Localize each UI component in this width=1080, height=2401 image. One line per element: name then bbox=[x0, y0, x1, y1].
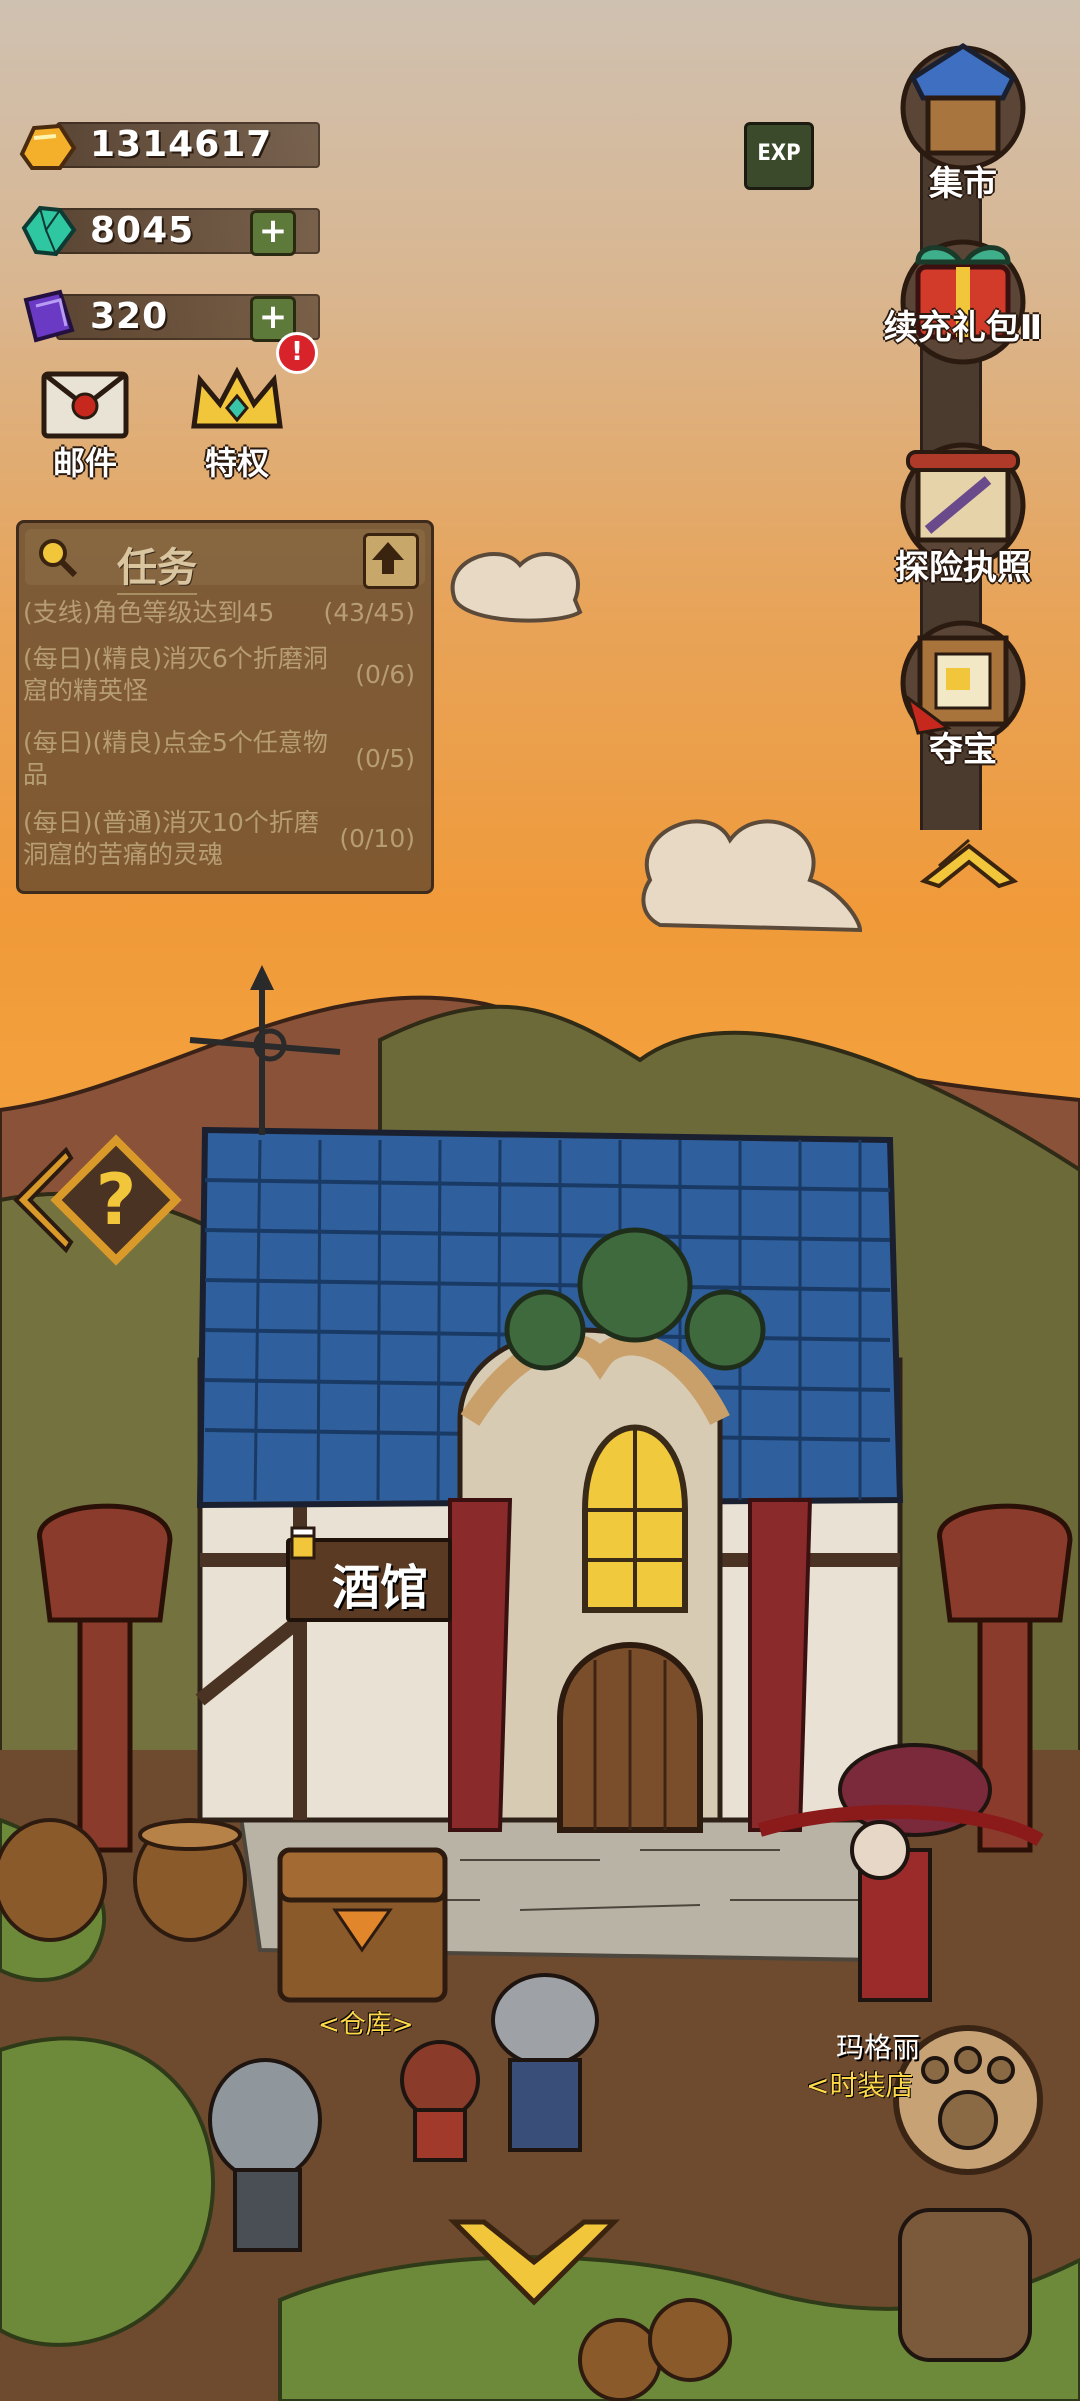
quest-item[interactable]: (每日)(普通)消灭10个折磨洞窟的苦痛的灵魂 (0/10) bbox=[23, 807, 421, 871]
add-gems-button[interactable]: + bbox=[250, 210, 296, 256]
mail-button[interactable]: 邮件 bbox=[30, 360, 140, 482]
crystal-value: 320 bbox=[90, 296, 169, 337]
market-label: 集市 bbox=[929, 164, 997, 204]
gem-counter: 8045 + bbox=[16, 198, 320, 257]
market-button[interactable]: 集市 bbox=[888, 28, 1038, 204]
gift-box-icon bbox=[900, 239, 1026, 365]
quest-item-text: (每日)(精良)点金5个任意物品 bbox=[23, 728, 328, 789]
treasure-label: 夺宝 bbox=[929, 730, 997, 770]
chevron-up-icon bbox=[919, 838, 1019, 889]
quest-header: 任务 bbox=[25, 529, 425, 595]
quest-title: 任务 bbox=[117, 535, 197, 595]
quest-item-text: (每日)(普通)消灭10个折磨洞窟的苦痛的灵魂 bbox=[23, 808, 319, 869]
crown-icon bbox=[191, 366, 283, 429]
arrow-up-icon bbox=[372, 542, 404, 574]
quest-item-text: (支线)角色等级达到45 bbox=[23, 598, 275, 627]
quest-collapse-button[interactable] bbox=[363, 533, 419, 589]
market-stall-icon bbox=[900, 43, 1026, 171]
mail-label: 邮件 bbox=[52, 444, 117, 482]
gem-value: 8045 bbox=[90, 210, 195, 251]
help-button[interactable]: ? bbox=[6, 1130, 186, 1270]
adventure-license-button[interactable]: 探险执照 bbox=[888, 430, 1038, 588]
privilege-button[interactable]: 特权 bbox=[182, 360, 292, 482]
question-mark-icon: ? bbox=[13, 1134, 182, 1266]
gift-pack-label: 续充礼包Ⅱ bbox=[883, 308, 1043, 348]
gift-pack-button[interactable]: 续充礼包Ⅱ bbox=[884, 222, 1042, 372]
tavern-sign-label: 酒馆 bbox=[332, 1560, 429, 1616]
search-icon[interactable] bbox=[35, 535, 79, 579]
backpack-button[interactable] bbox=[900, 2210, 1030, 2360]
quest-item[interactable]: (每日)(精良)点金5个任意物品 (0/5) bbox=[23, 727, 421, 791]
tavern-sign[interactable]: 酒馆 bbox=[286, 1526, 452, 1622]
quest-item-text: (每日)(精良)消灭6个折磨洞窟的精英怪 bbox=[23, 644, 328, 705]
crystal-counter: 320 + bbox=[16, 284, 320, 343]
quest-item-progress: (0/6) bbox=[355, 660, 415, 689]
adventure-license-label: 探险执照 bbox=[895, 548, 1031, 588]
beer-mug-icon bbox=[290, 1526, 316, 1560]
paw-button[interactable] bbox=[896, 2028, 1040, 2172]
scroll-down-button[interactable] bbox=[444, 2212, 624, 2312]
quest-item[interactable]: (每日)(精良)消灭6个折磨洞窟的精英怪 (0/6) bbox=[23, 643, 421, 707]
arrow-down-icon bbox=[447, 2219, 621, 2306]
mail-icon bbox=[41, 371, 129, 439]
gem-icon bbox=[16, 200, 80, 260]
warehouse-label[interactable]: <仓库> bbox=[318, 2004, 414, 2041]
gold-icon bbox=[16, 114, 80, 174]
quest-panel: 任务 (支线)角色等级达到45 (43/45) (每日)(精良)消灭6个折磨洞窟… bbox=[16, 520, 434, 894]
gold-counter: 1314617 bbox=[16, 112, 320, 170]
quest-item[interactable]: (支线)角色等级达到45 (43/45) bbox=[23, 597, 421, 629]
quest-item-progress: (0/10) bbox=[339, 824, 415, 853]
gold-value: 1314617 bbox=[90, 124, 273, 165]
collapse-menu-button[interactable] bbox=[914, 826, 1024, 896]
purple-crystal-icon bbox=[16, 286, 80, 346]
treasure-button[interactable]: 夺宝 bbox=[888, 608, 1038, 770]
exp-button[interactable]: EXP bbox=[744, 122, 814, 190]
privilege-label: 特权 bbox=[204, 444, 269, 482]
svg-text:?: ? bbox=[96, 1159, 137, 1241]
quest-item-progress: (43/45) bbox=[323, 598, 415, 627]
quest-item-progress: (0/5) bbox=[355, 744, 415, 773]
